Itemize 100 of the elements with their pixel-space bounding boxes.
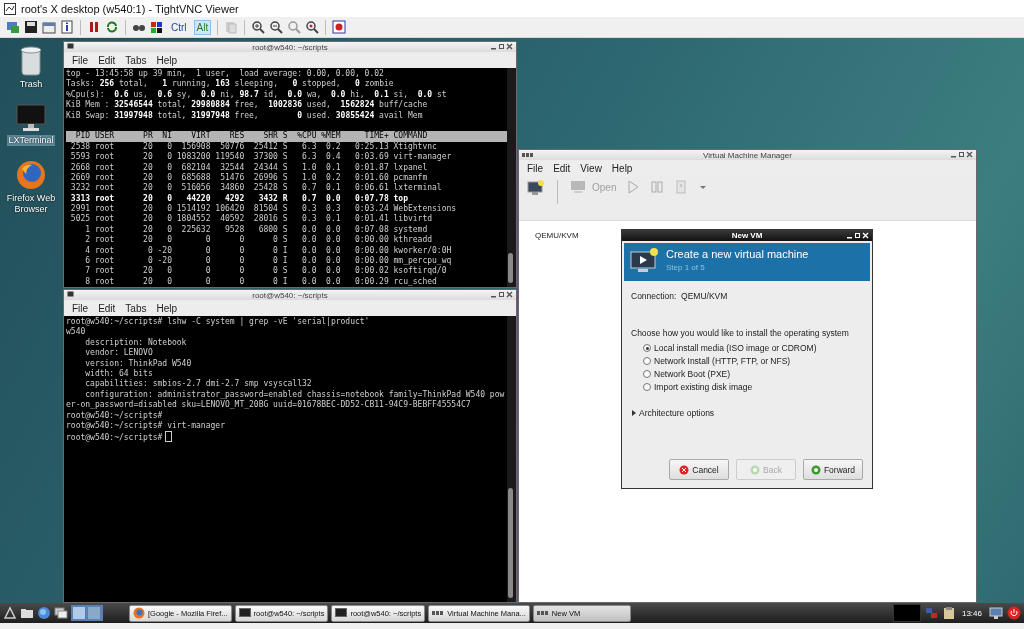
terminal-icon [67,43,74,50]
window-title: root@w540: ~/scripts [252,290,328,300]
new-vm-icon[interactable] [527,180,545,196]
menu-item[interactable]: Help [606,162,638,174]
terminal-line: capabilities: smbios-2.7 dmi-2.7 smp vsyscall32 [84,379,313,390]
zoom-out-icon[interactable] [269,20,284,34]
monitor-icon[interactable] [16,104,46,132]
terminal-line: vendor: LENOVO [84,348,154,359]
menu-item[interactable]: Help [151,54,183,66]
radio-button[interactable] [643,383,651,391]
connection-label: Connection: QEMU/KVM [631,291,729,301]
window-icon[interactable] [42,20,56,34]
clipboard-icon[interactable] [942,606,955,620]
cancel-icon [679,464,690,475]
menu-item[interactable]: Edit [93,54,121,66]
radio-option[interactable]: Local install media (ISO image or CDROM) [643,343,863,353]
icon-label[interactable]: Trash [18,79,44,90]
terminal-line: 7 root 20 0 0 0 0 S 0.0 0.0 0:00.02 ksoftirqd/0 [84,266,448,277]
info-icon[interactable] [60,20,74,34]
globe-icon[interactable] [37,606,51,620]
dialog-heading: Create a new virtual machine [666,247,809,261]
menu-item[interactable]: Tabs [120,302,152,314]
computer-icon[interactable] [6,20,20,34]
terminal-line: 2 root 20 0 0 0 0 S 0.0 0.0 0:00.00 kthreadd [84,235,434,246]
window-title: New VM [731,231,763,240]
monitor-icon [570,180,586,194]
radio-button[interactable] [643,344,651,352]
dialog-button[interactable]: Forward [803,459,863,480]
terminal-line: KiB Swap: 31997948 total, 31997948 free, 0 used. 30855424 avail Mem [66,110,424,121]
menu-item[interactable]: File [67,54,94,66]
prompt-text: Choose how you would like to install the operating system [631,328,850,338]
menu-item[interactable]: File [522,162,549,174]
terminal-line: Tasks: 256 total, 1 running, 163 sleeping, 0 stopped, 0 zombie [66,79,395,90]
clock[interactable]: 13:46 [958,608,985,618]
terminal-line: description: Notebook [84,337,188,348]
clipboard-icon[interactable] [224,20,239,34]
vm-icon [522,151,534,159]
maximize-icon[interactable] [958,151,965,158]
terminal-line: KiB Mem : 32546544 total, 29980884 free, 1002836 used, 1562824 buff/cache [66,100,429,111]
maximize-icon[interactable] [498,43,505,50]
terminal-line: 1 root 20 0 225632 9528 6800 S 0.0 0.0 0:07.08 systemd [84,224,429,235]
menu-item[interactable]: Edit [548,162,576,174]
folder-icon[interactable] [20,606,34,620]
fullscreen-icon[interactable] [332,20,347,34]
terminal-line: 5025 root 20 0 1804552 40592 28016 S 0.3 0.1 0:01.41 libvirtd [69,214,434,225]
connection-item[interactable]: QEMU/KVM [535,231,579,240]
scrollbar[interactable] [507,316,516,602]
menu-item[interactable]: File [67,302,94,314]
terminal-line: 3232 root 20 0 516056 34860 25428 S 0.7 0.1 0:06.61 lxterminal [69,183,443,194]
terminal-line: 2538 root 20 0 156908 50776 25412 S 6.3 0.2 0:25.13 Xtightvnc [69,141,438,152]
zoom-icon[interactable] [305,20,320,34]
expander[interactable]: Architecture options [631,408,863,418]
terminal-line: w540 [66,327,87,338]
menu-item[interactable]: View [575,162,607,174]
terminal-line: 3313 root 20 0 44220 4292 3432 R 0.7 0.0 0:07.78 top [69,193,409,204]
terminal-line: configuration: administrator_password=enabled chassis=notebook family=ThinkPad W540 pow [84,389,506,400]
windows-icon[interactable] [54,606,68,620]
terminal-line: %Cpu(s): 0.6 us, 0.6 sy, 0.0 ni, 98.7 id, 0.0 wa, 0.0 hi, 0.1 si, 0.0 st [66,89,448,100]
dialog-button[interactable]: Cancel [669,459,729,480]
icon-label[interactable]: Firefox Web Browser [2,193,60,215]
close-icon[interactable] [966,151,973,158]
scrollbar[interactable] [507,68,516,287]
terminal-line: 2669 root 20 0 685688 51476 26996 S 1.0 0.2 0:01.60 pcmanfm [69,172,429,183]
key-button[interactable]: Ctrl [168,19,190,35]
terminal-line: 2668 root 20 0 682104 32544 24344 S 1.0 0.1 0:01.87 lxpanel [69,162,429,173]
circle-icon [750,464,761,475]
menu-item[interactable]: Tabs [120,54,152,66]
terminal-line: 5593 root 20 0 1083200 119540 37300 S 6.3 0.4 0:03.69 virt-manager [69,152,453,163]
trash-icon[interactable] [19,46,43,76]
menu-item[interactable]: Help [151,302,183,314]
radio-option[interactable]: Network Install (HTTP, FTP, or NFS) [643,356,863,366]
icon-label[interactable]: LXTerminal [7,135,55,146]
window-title: root's X desktop (w540:1) - TightVNC Viewer [21,2,239,15]
close-icon[interactable] [506,291,513,298]
step-label: Step 1 of 5 [666,263,706,272]
menu-item[interactable]: Edit [93,302,121,314]
terminal-line: top - 13:45:58 up 39 min, 1 user, load average: 0.00, 0.00, 0.02 [66,69,385,79]
menu-icon[interactable] [3,606,17,620]
maximize-icon[interactable] [498,291,505,298]
pause-icon[interactable] [87,20,101,34]
column-header-row: PID USER PR NI VIRT RES SHR S %CPU %MEM TIME+ COMMAND [66,131,507,142]
terminal-line: 6 root 0 -20 0 0 0 I 0.0 0.0 0:00.00 mm_percpu_wq [84,256,453,266]
refresh-icon[interactable] [105,20,119,34]
terminal-line: root@w540:~/scripts# [66,431,507,442]
zoom-in-icon[interactable] [251,20,266,34]
radio-button[interactable] [643,370,651,378]
close-icon[interactable] [506,43,513,50]
tray-panel [892,604,921,622]
firefox-icon[interactable] [16,160,46,190]
radio-option[interactable]: Import existing disk image [643,382,863,392]
terminal-line: width: 64 bits [84,368,154,379]
radio-option[interactable]: Network Boot (PXE) [643,369,863,379]
window-title: root@w540: ~/scripts [252,42,328,52]
key-button[interactable]: Alt [193,19,212,35]
terminal-line: 2991 root 20 0 1514192 106420 81504 S 0.3 0.3 0:03.24 WebExtensions [69,204,458,214]
radio-button[interactable] [643,357,651,365]
color-grid-icon[interactable] [150,20,164,34]
monitor-icon[interactable] [989,606,1003,620]
terminal-line: root@w540:~/scripts# [66,410,164,421]
circle-icon [810,464,821,475]
